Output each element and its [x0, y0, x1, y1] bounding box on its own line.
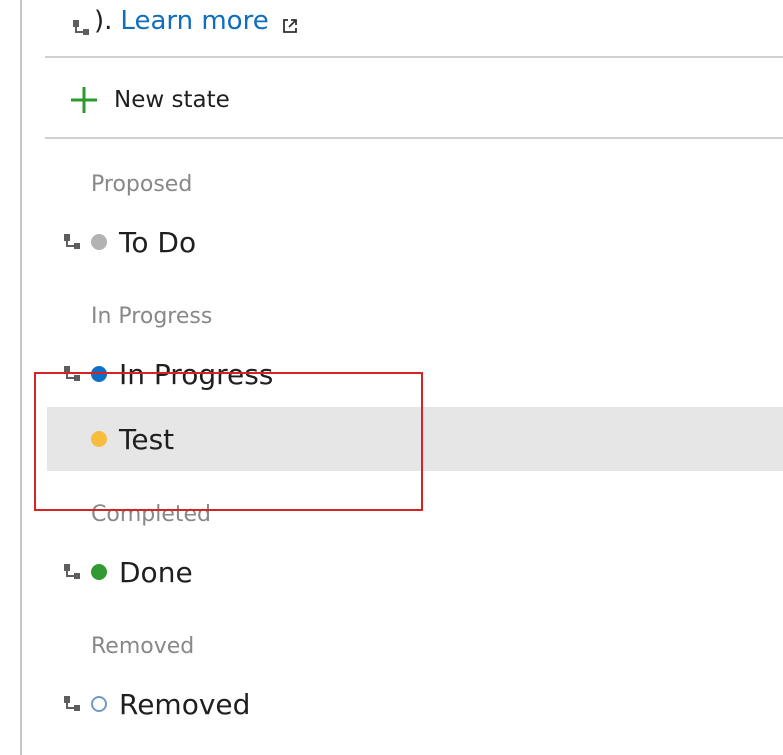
- state-label: Test: [119, 422, 175, 456]
- group-title-completed: Completed: [91, 502, 211, 527]
- inherited-icon: [63, 365, 81, 383]
- inherited-icon: [63, 233, 81, 251]
- state-color-dot: [91, 366, 107, 382]
- info-text: ).: [94, 6, 113, 36]
- state-color-dot: [91, 431, 107, 447]
- state-label: Done: [119, 555, 193, 589]
- learn-more-link[interactable]: Learn more: [120, 6, 268, 36]
- state-color-dot: [91, 696, 107, 712]
- new-state-button[interactable]: New state: [68, 80, 230, 120]
- panel-left-border: [20, 0, 22, 755]
- external-link-icon[interactable]: [281, 12, 299, 33]
- plus-icon: [68, 84, 100, 116]
- state-row-in-progress[interactable]: In Progress: [47, 342, 783, 406]
- state-row-test[interactable]: Test: [47, 407, 783, 471]
- group-title-proposed: Proposed: [91, 172, 193, 197]
- state-color-dot: [91, 564, 107, 580]
- state-label: In Progress: [119, 357, 274, 391]
- state-row-done[interactable]: Done: [47, 540, 783, 604]
- state-row-removed[interactable]: Removed: [47, 672, 783, 736]
- inherited-icon: [63, 563, 81, 581]
- inheritance-info-row: ). Learn more: [72, 2, 299, 40]
- divider: [45, 137, 783, 139]
- state-row-to-do[interactable]: To Do: [47, 210, 783, 274]
- state-color-dot: [91, 234, 107, 250]
- inherited-icon: [63, 695, 81, 713]
- state-label: Removed: [119, 687, 251, 721]
- new-state-label: New state: [114, 87, 230, 113]
- divider: [45, 56, 783, 58]
- group-title-in-progress: In Progress: [91, 304, 213, 329]
- group-title-removed: Removed: [91, 634, 195, 659]
- inherited-icon: [72, 14, 90, 35]
- state-label: To Do: [119, 225, 197, 259]
